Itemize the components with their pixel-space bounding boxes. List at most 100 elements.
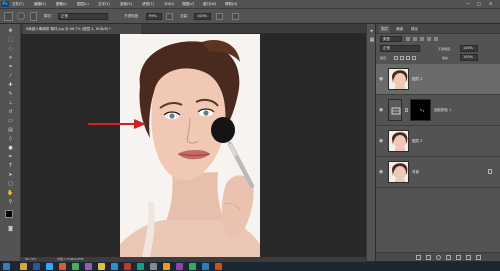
new-adjustment-icon[interactable] [446,255,451,260]
lasso-tool-icon[interactable]: ◌ [3,46,18,53]
menu-filter[interactable]: 滤镜(T) [142,2,154,7]
layer-filter-icons[interactable] [406,37,466,41]
taskbar-app-icon[interactable] [150,263,157,270]
layer-row-background[interactable]: ◉ 背景 [376,157,500,188]
type-tool-icon[interactable]: T [3,163,18,170]
taskbar-app-icon[interactable] [20,263,27,270]
history-brush-tool-icon[interactable]: ↺ [3,109,18,116]
layer-name[interactable]: 图层 4 [412,77,422,82]
visibility-eye-icon[interactable]: ◉ [379,107,385,113]
layer-row-layer3[interactable]: ◉ 图层 3 [376,126,500,157]
taskbar-app-icon[interactable] [202,263,209,270]
zoom-tool-icon[interactable]: ⚲ [3,199,18,206]
start-button-icon[interactable] [3,263,10,270]
foreground-color-swatch[interactable] [5,210,13,218]
opacity-field[interactable]: 99% [146,13,162,20]
mode-label: 模式: [44,14,53,18]
fill-label: 填充: [442,56,450,60]
pressure-opacity-icon[interactable] [166,13,173,20]
path-select-tool-icon[interactable]: ➤ [3,172,18,179]
crop-tool-icon[interactable]: ⌗ [3,64,18,71]
menu-window[interactable]: 窗口(W) [203,2,216,7]
tab-channels[interactable]: 通道 [394,25,405,33]
menu-image[interactable]: 图像(I) [56,2,67,7]
quick-select-tool-icon[interactable]: ⟡ [3,55,18,62]
menu-edit[interactable]: 编辑(E) [34,2,46,7]
brush-size-icon[interactable] [17,12,25,20]
blur-tool-icon[interactable]: ◊ [3,136,18,143]
lock-icons[interactable] [394,56,416,61]
blend-mode-select[interactable]: 正常 [380,45,420,52]
layer-filter-select[interactable]: 类型 [380,36,402,42]
layer-name[interactable]: 背景 [412,170,419,175]
healing-tool-icon[interactable]: ✚ [3,82,18,89]
document-tab[interactable]: 6局部人像精修 素材.jpg @ 66.7% (图层 4, RGB/8) * [23,24,141,34]
menu-3d[interactable]: 3D(D) [164,2,174,6]
menu-layer[interactable]: 图层(L) [77,2,89,7]
airbrush-icon[interactable] [216,13,223,20]
history-panel-icon[interactable]: ▸ [368,28,376,35]
taskbar-app-icon[interactable] [163,263,170,270]
taskbar-app-icon[interactable] [33,263,40,270]
move-tool-icon[interactable]: ✥ [3,28,18,35]
layer-opacity-field[interactable]: 100% [460,45,478,52]
layer-row-layer4[interactable]: ◉ 图层 4 [376,64,500,95]
taskbar-app-icon[interactable] [124,263,131,270]
layer-thumbnail [388,68,409,90]
options-bar: 模式: 正常 不透明度: 99% 流量: 100% [0,8,500,24]
visibility-eye-icon[interactable]: ◉ [379,138,385,144]
brush-tool-icon[interactable]: ✎ [3,91,18,98]
taskbar-photoshop-icon[interactable] [46,263,53,270]
brush-panel-icon[interactable] [30,12,37,21]
fill-field[interactable]: 100% [460,54,478,61]
new-layer-icon[interactable] [466,255,471,260]
pen-tool-icon[interactable]: ✒ [3,154,18,161]
flow-field[interactable]: 100% [194,13,211,20]
link-layers-icon[interactable] [416,255,421,260]
visibility-eye-icon[interactable]: ◉ [379,169,385,175]
dodge-tool-icon[interactable]: ● [3,145,18,152]
properties-panel-icon[interactable]: ▦ [368,37,376,44]
menu-help[interactable]: 帮助(H) [225,2,237,7]
marquee-tool-icon[interactable]: ⬚ [3,37,18,44]
taskbar-app-icon[interactable] [111,263,118,270]
minimize-button[interactable]: — [466,1,470,6]
taskbar-app-icon[interactable] [215,263,222,270]
tab-layers[interactable]: 图层 [379,25,390,33]
taskbar-app-icon[interactable] [137,263,144,270]
layer-name[interactable]: 图层 3 [412,139,422,144]
chain-link-icon[interactable] [405,108,408,112]
taskbar-app-icon[interactable] [85,263,92,270]
brush-preset-icon[interactable] [4,12,13,21]
menu-select[interactable]: 选择(S) [120,2,132,7]
visibility-eye-icon[interactable]: ◉ [379,76,385,82]
delete-layer-icon[interactable] [476,255,481,260]
hand-tool-icon[interactable]: ✋ [3,190,18,197]
add-style-icon[interactable] [426,255,431,260]
menu-type[interactable]: 文字(Y) [98,2,110,7]
shape-tool-icon[interactable]: ▢ [3,181,18,188]
close-button[interactable]: ✕ [489,1,492,6]
new-group-icon[interactable] [456,255,461,260]
tab-paths[interactable]: 路径 [409,25,420,33]
add-mask-icon[interactable] [436,255,441,260]
layer-mask-thumbnail[interactable] [410,99,431,121]
taskbar-app-icon[interactable] [176,263,183,270]
menu-view[interactable]: 视图(V) [182,2,194,7]
taskbar-app-icon[interactable] [98,263,105,270]
eraser-tool-icon[interactable]: ▭ [3,118,18,125]
layer-name[interactable]: 选取颜色 1 [434,108,451,113]
clone-stamp-tool-icon[interactable]: ⊥ [3,100,18,107]
layer-row-selective-color[interactable]: ◉ 选取颜色 1 [376,95,500,126]
taskbar-app-icon[interactable] [59,263,66,270]
maximize-button[interactable]: □ [477,1,481,6]
taskbar-app-icon[interactable] [72,263,79,270]
pressure-size-icon[interactable] [232,13,239,20]
portrait-photo[interactable] [120,34,260,257]
eyedropper-tool-icon[interactable]: ⁄ [3,73,18,80]
menu-file[interactable]: 文件(F) [12,2,24,7]
taskbar-app-icon[interactable] [189,263,196,270]
gradient-tool-icon[interactable]: ▤ [3,127,18,134]
quick-mask-icon[interactable]: ◙ [3,226,18,233]
mode-select[interactable]: 正常 [58,13,108,20]
